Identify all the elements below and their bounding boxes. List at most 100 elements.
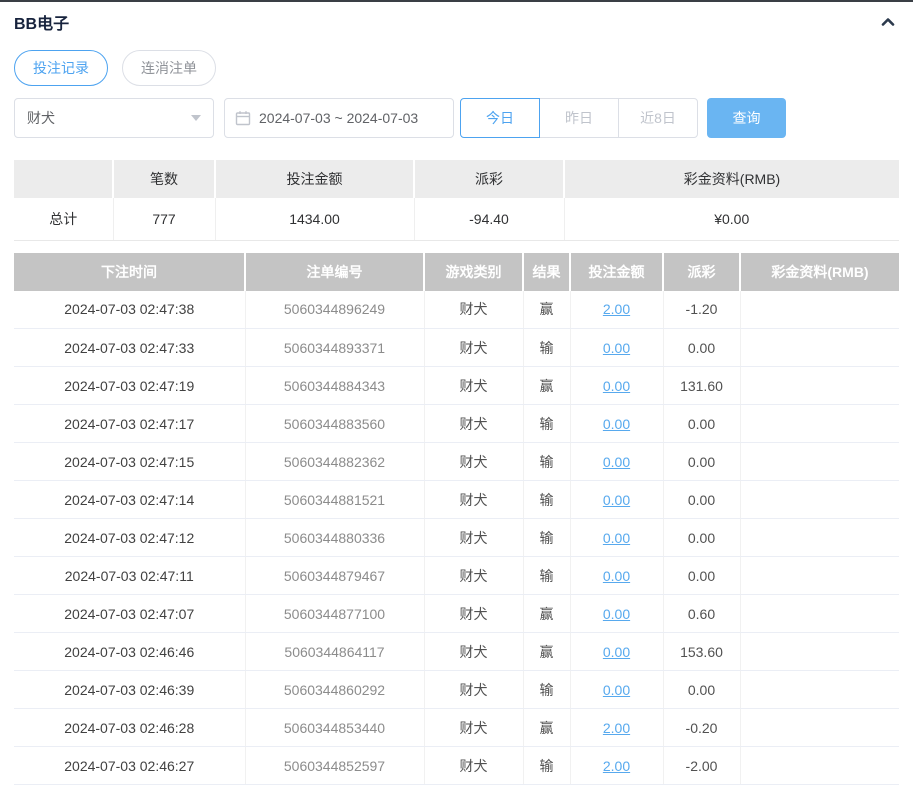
game-type: 财犬 [424, 633, 523, 671]
chevron-down-icon [191, 115, 201, 121]
bet-time: 2024-07-03 02:46:39 [14, 671, 245, 709]
tab-cancelled-orders[interactable]: 连消注单 [122, 50, 216, 86]
bet-amount-cell: 0.00 [570, 443, 663, 481]
bet-amount-cell: 2.00 [570, 291, 663, 329]
payout-value: 0.00 [663, 557, 740, 595]
last-8-days-button[interactable]: 近8日 [618, 98, 698, 138]
calendar-icon [235, 110, 251, 126]
bet-amount-link[interactable]: 2.00 [603, 301, 630, 317]
bet-amount-link[interactable]: 0.00 [603, 340, 630, 356]
bet-amount-cell: 0.00 [570, 481, 663, 519]
summary-bet-amount-value: 1434.00 [215, 198, 414, 240]
game-type: 财犬 [424, 595, 523, 633]
bet-amount-link[interactable]: 2.00 [603, 720, 630, 736]
column-header-game-type: 游戏类别 [424, 253, 523, 291]
table-row: 2024-07-03 02:47:07 5060344877100 财犬 赢 0… [14, 595, 899, 633]
bet-amount-link[interactable]: 0.00 [603, 416, 630, 432]
bet-result: 输 [523, 519, 570, 557]
bet-time: 2024-07-03 02:47:19 [14, 367, 245, 405]
bet-amount-link[interactable]: 0.00 [603, 378, 630, 394]
bet-amount-link[interactable]: 0.00 [603, 682, 630, 698]
order-id: 5060344883560 [245, 405, 424, 443]
table-row: 2024-07-03 02:46:39 5060344860292 财犬 输 0… [14, 671, 899, 709]
order-id: 5060344893371 [245, 329, 424, 367]
collapse-button[interactable] [877, 11, 899, 33]
bet-time: 2024-07-03 02:47:07 [14, 595, 245, 633]
bet-amount-link[interactable]: 0.00 [603, 568, 630, 584]
table-row: 2024-07-03 02:47:11 5060344879467 财犬 输 0… [14, 557, 899, 595]
table-row: 2024-07-03 02:47:15 5060344882362 财犬 输 0… [14, 443, 899, 481]
bonus-value [740, 329, 899, 367]
bet-amount-cell: 0.00 [570, 367, 663, 405]
payout-value: -2.00 [663, 747, 740, 785]
table-row: 2024-07-03 02:46:46 5060344864117 财犬 赢 0… [14, 633, 899, 671]
tab-bet-records[interactable]: 投注记录 [14, 50, 108, 86]
bet-amount-link[interactable]: 0.00 [603, 606, 630, 622]
bet-amount-link[interactable]: 0.00 [603, 644, 630, 660]
summary-payout-value: -94.40 [414, 198, 564, 240]
bonus-value [740, 405, 899, 443]
bonus-value [740, 595, 899, 633]
bet-table-header-row: 下注时间 注单编号 游戏类别 结果 投注金额 派彩 彩金资料(RMB) [14, 253, 899, 291]
game-type: 财犬 [424, 405, 523, 443]
bonus-value [740, 291, 899, 329]
today-button[interactable]: 今日 [460, 98, 540, 138]
summary-header-bonus: 彩金资料(RMB) [564, 160, 899, 198]
table-row: 2024-07-03 02:46:28 5060344853440 财犬 赢 2… [14, 709, 899, 747]
bonus-value [740, 747, 899, 785]
order-id: 5060344877100 [245, 595, 424, 633]
bet-result: 赢 [523, 709, 570, 747]
payout-value: 153.60 [663, 633, 740, 671]
bet-time: 2024-07-03 02:47:14 [14, 481, 245, 519]
summary-total-label: 总计 [14, 198, 113, 240]
bet-amount-link[interactable]: 0.00 [603, 454, 630, 470]
bet-amount-cell: 0.00 [570, 405, 663, 443]
search-button[interactable]: 查询 [707, 98, 786, 138]
summary-count-value: 777 [113, 198, 215, 240]
bet-time: 2024-07-03 02:47:12 [14, 519, 245, 557]
bet-time: 2024-07-03 02:47:15 [14, 443, 245, 481]
column-header-order-id: 注单编号 [245, 253, 424, 291]
summary-bonus-value: ¥0.00 [564, 198, 899, 240]
bet-amount-link[interactable]: 2.00 [603, 758, 630, 774]
bet-result: 输 [523, 557, 570, 595]
bet-amount-link[interactable]: 0.00 [603, 492, 630, 508]
summary-header-count: 笔数 [113, 160, 215, 198]
summary-header-payout: 派彩 [414, 160, 564, 198]
game-type: 财犬 [424, 671, 523, 709]
date-range-input[interactable]: 2024-07-03 ~ 2024-07-03 [224, 98, 454, 138]
summary-total-row: 总计 777 1434.00 -94.40 ¥0.00 [14, 198, 899, 240]
game-type: 财犬 [424, 747, 523, 785]
order-id: 5060344884343 [245, 367, 424, 405]
table-row: 2024-07-03 02:47:38 5060344896249 财犬 赢 2… [14, 291, 899, 329]
game-type: 财犬 [424, 443, 523, 481]
date-range-value: 2024-07-03 ~ 2024-07-03 [259, 110, 418, 126]
column-header-bet-time: 下注时间 [14, 253, 245, 291]
summary-header-bet-amount: 投注金额 [215, 160, 414, 198]
summary-table: 笔数 投注金额 派彩 彩金资料(RMB) 总计 777 1434.00 -94.… [14, 160, 899, 241]
order-id: 5060344881521 [245, 481, 424, 519]
bet-amount-link[interactable]: 0.00 [603, 530, 630, 546]
game-type: 财犬 [424, 481, 523, 519]
bet-result: 输 [523, 671, 570, 709]
bet-result: 赢 [523, 595, 570, 633]
chevron-up-icon [879, 13, 897, 31]
order-id: 5060344882362 [245, 443, 424, 481]
summary-header-row: 笔数 投注金额 派彩 彩金资料(RMB) [14, 160, 899, 198]
bet-result: 输 [523, 481, 570, 519]
bet-result: 赢 [523, 367, 570, 405]
game-type: 财犬 [424, 291, 523, 329]
game-type: 财犬 [424, 519, 523, 557]
yesterday-button[interactable]: 昨日 [539, 98, 619, 138]
game-select[interactable]: 财犬 [14, 98, 214, 138]
order-id: 5060344879467 [245, 557, 424, 595]
column-header-bet-amount: 投注金额 [570, 253, 663, 291]
bet-result: 输 [523, 405, 570, 443]
bet-amount-cell: 0.00 [570, 329, 663, 367]
bb-electronic-panel: BB电子 投注记录 连消注单 财犬 2024-07-03 ~ 2024-07-0… [0, 2, 913, 785]
order-id: 5060344896249 [245, 291, 424, 329]
bonus-value [740, 671, 899, 709]
bet-time: 2024-07-03 02:47:17 [14, 405, 245, 443]
bonus-value [740, 633, 899, 671]
payout-value: 0.60 [663, 595, 740, 633]
